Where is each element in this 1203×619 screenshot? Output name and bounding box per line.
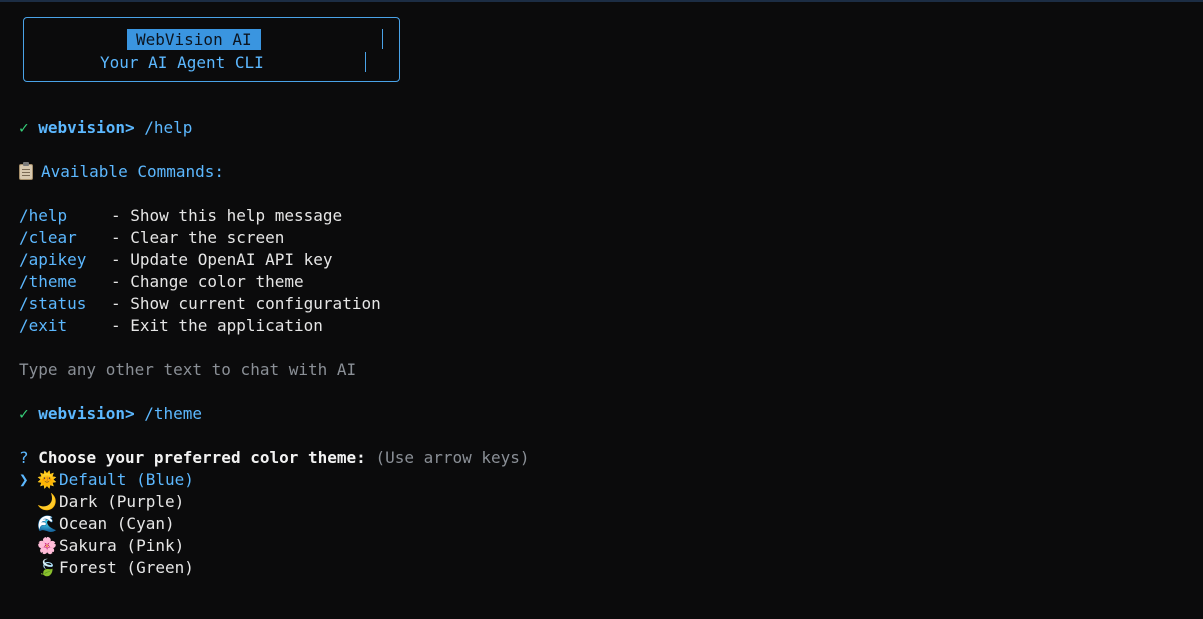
theme-question: Choose your preferred color theme:: [38, 448, 366, 467]
theme-option-dark[interactable]: 🌙 Dark (Purple): [19, 491, 184, 513]
theme-option-default[interactable]: ❯ 🌞 Default (Blue): [19, 469, 194, 491]
command-row: /status - Show current configuration: [19, 293, 381, 315]
command-description: - Exit the application: [111, 316, 323, 335]
command-name: /status: [19, 294, 87, 313]
entered-command: /theme: [144, 404, 203, 423]
banner-subtitle: Your AI Agent CLI: [100, 53, 264, 72]
command-row: /help - Show this help message: [19, 205, 342, 227]
command-name: /theme: [19, 272, 77, 291]
command-row: /exit - Exit the application: [19, 315, 323, 337]
question-mark-icon: ?: [19, 448, 29, 467]
leaf-icon: 🍃: [37, 558, 57, 577]
clipboard-icon: [19, 162, 33, 180]
theme-option-label: Ocean (Cyan): [59, 514, 175, 533]
theme-option-forest[interactable]: 🍃 Forest (Green): [19, 557, 194, 579]
command-name: /help: [19, 206, 68, 225]
banner-border-glyph: [365, 52, 366, 72]
entered-command: /help: [144, 118, 193, 137]
check-icon: ✓: [19, 118, 29, 137]
help-heading-line: Available Commands:: [19, 161, 224, 183]
command-name: /exit: [19, 316, 68, 335]
theme-question-hint: (Use arrow keys): [375, 448, 530, 467]
prompt-line-help: ✓ webvision> /help: [19, 117, 192, 139]
terminal-output[interactable]: WebVision AI Your AI Agent CLI ✓ webvisi…: [0, 0, 1203, 619]
theme-option-sakura[interactable]: 🌸 Sakura (Pink): [19, 535, 184, 557]
banner-title: WebVision AI: [127, 29, 261, 50]
chat-hint: Type any other text to chat with AI: [19, 360, 357, 379]
sun-icon: 🌞: [37, 470, 57, 489]
command-description: - Change color theme: [111, 272, 304, 291]
theme-option-label: Dark (Purple): [59, 492, 185, 511]
check-icon: ✓: [19, 404, 29, 423]
prompt-label: webvision>: [38, 404, 135, 423]
cherry-blossom-icon: 🌸: [37, 536, 57, 555]
help-heading: Available Commands:: [41, 162, 225, 181]
theme-option-label: Default (Blue): [59, 470, 194, 489]
command-name: /apikey: [19, 250, 87, 269]
command-row: /apikey - Update OpenAI API key: [19, 249, 333, 271]
theme-option-label: Forest (Green): [59, 558, 194, 577]
banner-border-glyph: [382, 29, 383, 49]
prompt-label: webvision>: [38, 118, 135, 137]
command-description: - Update OpenAI API key: [111, 250, 333, 269]
theme-option-label: Sakura (Pink): [59, 536, 185, 555]
command-row: /theme - Change color theme: [19, 271, 304, 293]
command-row: /clear - Clear the screen: [19, 227, 284, 249]
selection-pointer-icon: ❯: [19, 470, 29, 489]
wave-icon: 🌊: [37, 514, 57, 533]
command-description: - Show current configuration: [111, 294, 381, 313]
command-description: - Clear the screen: [111, 228, 285, 247]
moon-icon: 🌙: [37, 492, 57, 511]
command-name: /clear: [19, 228, 77, 247]
theme-question-line: ? Choose your preferred color theme: (Us…: [19, 447, 530, 469]
prompt-line-theme: ✓ webvision> /theme: [19, 403, 202, 425]
theme-option-ocean[interactable]: 🌊 Ocean (Cyan): [19, 513, 175, 535]
command-description: - Show this help message: [111, 206, 343, 225]
